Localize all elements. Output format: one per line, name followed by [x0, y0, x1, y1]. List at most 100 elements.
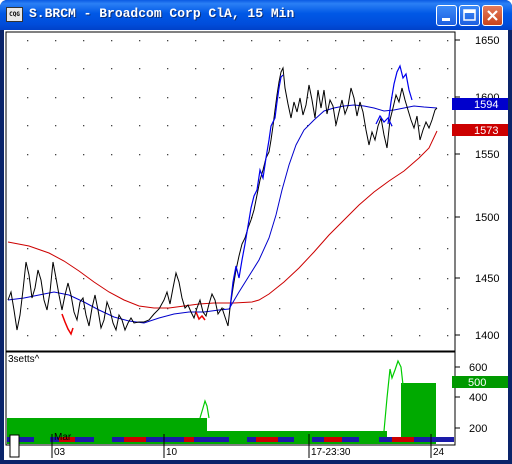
grid-dot: [363, 68, 365, 70]
grid-dot: [307, 335, 309, 337]
grid-dot: [307, 68, 309, 70]
grid-dot: [279, 308, 281, 310]
app-icon[interactable]: CQG: [6, 7, 23, 22]
grid-dot: [251, 68, 253, 70]
grid-dot: [419, 185, 421, 187]
grid-dot: [139, 248, 141, 250]
close-button[interactable]: [482, 5, 503, 26]
grid-dot: [279, 125, 281, 127]
grid-dot: [111, 40, 113, 42]
grid-dot: [279, 68, 281, 70]
grid-dot: [83, 97, 85, 99]
price-tick-label: 1400: [475, 330, 499, 342]
grid-dot: [195, 308, 197, 310]
scroll-handle[interactable]: [9, 434, 20, 458]
grid-dot: [27, 97, 29, 99]
grid-dot: [167, 248, 169, 250]
grid-dot: [391, 335, 393, 337]
grid-dot: [27, 248, 29, 250]
grid-dot: [251, 335, 253, 337]
study-tick-label: 400: [469, 392, 487, 404]
grid-dot: [83, 154, 85, 156]
grid-dot: [419, 154, 421, 156]
grid-dot: [55, 97, 57, 99]
grid-dot: [167, 217, 169, 219]
last-price-value: 1594: [474, 99, 498, 111]
grid-dot: [27, 154, 29, 156]
grid-dot: [139, 125, 141, 127]
study-tick-label: 200: [469, 423, 487, 435]
grid-dot: [167, 154, 169, 156]
grid-dot: [223, 97, 225, 99]
grid-dot: [447, 278, 449, 280]
chart-window: CQG S.BRCM - Broadcom Corp ClA, 15 Min 1…: [0, 0, 512, 464]
grid-dot: [55, 217, 57, 219]
chart-area[interactable]: 1650 1600 1550 1500 1450 1400 1594 1573 …: [4, 30, 508, 460]
minimize-button[interactable]: [436, 5, 457, 26]
grid-dot: [391, 248, 393, 250]
price-tick-label: 1500: [475, 212, 499, 224]
price-axis: 1650 1600 1550 1500 1450 1400: [455, 35, 499, 342]
grid-dot: [363, 278, 365, 280]
grid-dot: [363, 40, 365, 42]
study-axis: 600 400 200: [455, 362, 487, 435]
title-bar[interactable]: CQG S.BRCM - Broadcom Corp ClA, 15 Min: [0, 0, 512, 30]
grid-dot: [223, 68, 225, 70]
grid-dot: [139, 40, 141, 42]
grid-dot: [167, 97, 169, 99]
grid-dot: [447, 154, 449, 156]
grid-dot: [55, 335, 57, 337]
grid-dot: [251, 125, 253, 127]
grid-dot: [195, 154, 197, 156]
grid-dot: [419, 217, 421, 219]
grid-dot: [83, 125, 85, 127]
grid-dot: [363, 185, 365, 187]
grid-dot: [279, 185, 281, 187]
grid-dot: [307, 248, 309, 250]
grid-dot: [419, 68, 421, 70]
grid-dot: [223, 248, 225, 250]
grid-dot: [279, 335, 281, 337]
grid-dot: [279, 97, 281, 99]
grid-dot: [111, 308, 113, 310]
time-label-month: Mar: [54, 432, 72, 443]
grid-dot: [139, 217, 141, 219]
grid-dot: [447, 40, 449, 42]
grid-dot: [27, 217, 29, 219]
grid-dot: [335, 248, 337, 250]
grid-dot: [83, 40, 85, 42]
grid-dot: [111, 217, 113, 219]
grid-dot: [419, 278, 421, 280]
grid-dot: [307, 40, 309, 42]
grid-dot: [363, 335, 365, 337]
grid-dot: [111, 335, 113, 337]
grid-dot: [363, 97, 365, 99]
grid-dot: [139, 97, 141, 99]
grid-dot: [167, 125, 169, 127]
grid-dot: [447, 97, 449, 99]
grid-dot: [195, 68, 197, 70]
grid-dot: [363, 125, 365, 127]
study-value: 500: [468, 377, 486, 389]
grid-dot: [251, 40, 253, 42]
bottom-border: [0, 460, 512, 464]
grid-dot: [279, 154, 281, 156]
grid-dot: [27, 335, 29, 337]
ma-price-badge: 1573: [452, 124, 508, 137]
price-chart[interactable]: 1650 1600 1550 1500 1450 1400 1594 1573 …: [4, 30, 508, 460]
grid-dot: [391, 308, 393, 310]
grid-dot: [167, 40, 169, 42]
grid-dot: [111, 125, 113, 127]
minimize-icon: [442, 18, 450, 21]
maximize-button[interactable]: [459, 5, 480, 26]
grid-dot: [251, 185, 253, 187]
grid-dot: [391, 40, 393, 42]
study-value-badge: 500: [452, 376, 508, 389]
grid-dot: [195, 248, 197, 250]
grid-dot: [55, 125, 57, 127]
grid-dot: [419, 97, 421, 99]
grid-dot: [307, 185, 309, 187]
grid-dot: [167, 185, 169, 187]
grid-dot: [363, 217, 365, 219]
grid-dot: [279, 217, 281, 219]
